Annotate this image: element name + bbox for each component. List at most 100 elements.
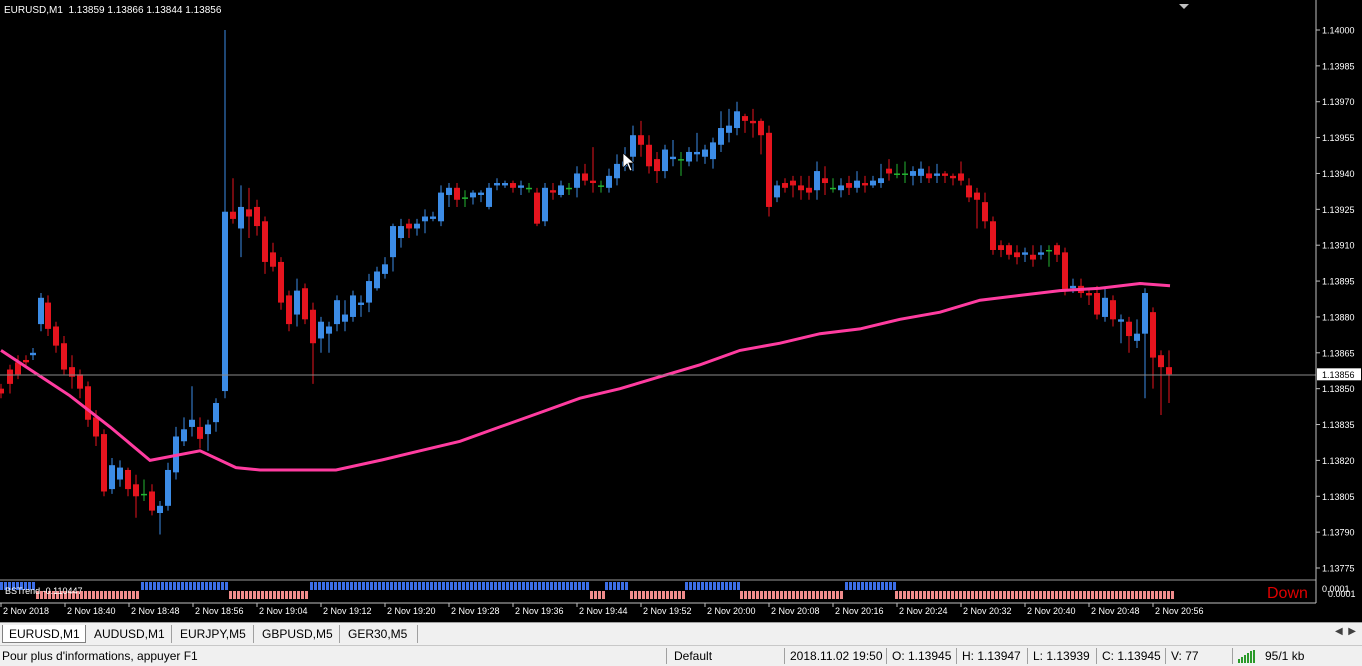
time-tick-label: 2 Nov 18:48 [131, 606, 180, 616]
candle-body [766, 132, 772, 207]
status-datetime: 2018.11.02 19:50 [790, 649, 883, 663]
candle-body [654, 159, 660, 172]
candle-body [678, 159, 684, 161]
tab-eurjpy-m5[interactable]: EURJPY,M5 [174, 625, 254, 643]
price-tick-label: 1.13940 [1322, 169, 1355, 179]
candle [165, 462, 171, 511]
candle-body [846, 183, 852, 188]
candle-body [334, 300, 340, 325]
candle-body [109, 465, 115, 490]
candle-body [582, 173, 588, 181]
candle-body [246, 209, 252, 217]
price-tick-label: 1.13955 [1322, 133, 1355, 143]
candle-body [1102, 297, 1108, 317]
tab-scroll-buttons[interactable]: ◀ ▶ [1335, 626, 1356, 637]
time-tick-label: 2 Nov 20:08 [771, 606, 820, 616]
price-chart[interactable]: 1.14000 1.13985 1.13970 1.13955 1.13940 1.139… [0, 0, 1362, 622]
candle-body [414, 223, 420, 229]
candle-body [1166, 367, 1172, 375]
candle-body [1126, 321, 1132, 337]
candle-body [350, 295, 356, 317]
status-open: O: 1.13945 [892, 649, 952, 663]
candle-body [157, 505, 163, 514]
connection-status-icon[interactable] [1238, 650, 1260, 663]
tab-gbpusd-m5[interactable]: GBPUSD,M5 [256, 625, 340, 643]
price-tick-label: 1.13910 [1322, 241, 1355, 251]
candle-body [262, 221, 268, 262]
candle-body [774, 185, 780, 198]
candle-body [518, 185, 524, 188]
candle-body [870, 180, 876, 186]
candle-body [486, 187, 492, 207]
candle-body [726, 125, 732, 133]
candle-body [558, 185, 564, 195]
time-tick-label: 2 Nov 19:28 [451, 606, 500, 616]
candle-body [918, 168, 924, 176]
candle-body [141, 493, 147, 496]
candle-body [878, 178, 884, 184]
candle-body [1158, 355, 1164, 368]
candle-body [342, 314, 348, 322]
time-tick-label: 2 Nov 19:44 [579, 606, 628, 616]
candle-body [1150, 312, 1156, 358]
time-tick-label: 2 Nov 19:36 [515, 606, 564, 616]
candle-body [7, 369, 13, 384]
candle-body [958, 173, 964, 181]
price-tick-label: 1.13790 [1322, 528, 1355, 538]
candle-body [982, 202, 988, 222]
candle-body [222, 211, 228, 392]
candle-body [1014, 252, 1020, 258]
help-text: Pour plus d'informations, appuyer F1 [2, 649, 198, 663]
candle-body [318, 321, 324, 339]
candle-body [30, 352, 36, 356]
candle-body [590, 180, 596, 184]
candle [542, 183, 548, 227]
candle-body [366, 281, 372, 303]
candle-body [750, 120, 756, 124]
candle-body [662, 149, 668, 172]
indicator-tick-label: 0.0001 [1328, 589, 1356, 599]
candle-body [101, 434, 107, 492]
tab-eurusd-m1[interactable]: EURUSD,M1 [2, 625, 86, 643]
time-tick-label: 2 Nov 20:56 [1155, 606, 1204, 616]
traffic-counter: 95/1 kb [1265, 649, 1305, 663]
divider [1232, 648, 1233, 664]
candle [278, 257, 284, 310]
candle-body [294, 290, 300, 315]
candle-body [23, 359, 29, 363]
candle-body [934, 173, 940, 176]
price-tick-label: 1.13835 [1322, 420, 1355, 430]
scroll-right-icon[interactable]: ▶ [1348, 626, 1356, 637]
candle-body [438, 192, 444, 222]
price-tick-label: 1.13970 [1322, 97, 1355, 107]
divider [666, 648, 667, 664]
chart-window[interactable]: 1.14000 1.13985 1.13970 1.13955 1.13940 1.139… [0, 0, 1362, 622]
time-tick-label: 2 Nov 18:56 [195, 606, 244, 616]
time-tick-label: 2 Nov 2018 [3, 606, 49, 616]
candle-body [742, 116, 748, 121]
candle-body [926, 173, 932, 179]
candle-body [574, 173, 580, 188]
candle-body [398, 226, 404, 239]
candle-body [702, 149, 708, 157]
divider [1096, 648, 1097, 664]
candle [302, 283, 308, 325]
candle-body [782, 183, 788, 188]
candle [1062, 247, 1068, 296]
candle-body [77, 374, 83, 389]
candle-body [133, 484, 139, 497]
chart-header: EURUSD,M1 1.13859 1.13866 1.13844 1.1385… [4, 5, 221, 16]
indicator-label: BSTrend -0.110447 [5, 586, 83, 596]
scroll-left-icon[interactable]: ◀ [1335, 626, 1343, 637]
candle-body [149, 491, 155, 511]
candle-body [838, 185, 844, 191]
candle-body [806, 187, 812, 193]
time-tick-label: 2 Nov 20:32 [963, 606, 1012, 616]
tab-audusd-m1[interactable]: AUDUSD,M1 [88, 625, 172, 643]
candle-body [646, 144, 652, 167]
candle-body [894, 173, 900, 175]
tab-ger30-m5[interactable]: GER30,M5 [342, 625, 418, 643]
candle-body [430, 216, 436, 219]
candle-body [902, 173, 908, 175]
candle-body [638, 135, 644, 145]
